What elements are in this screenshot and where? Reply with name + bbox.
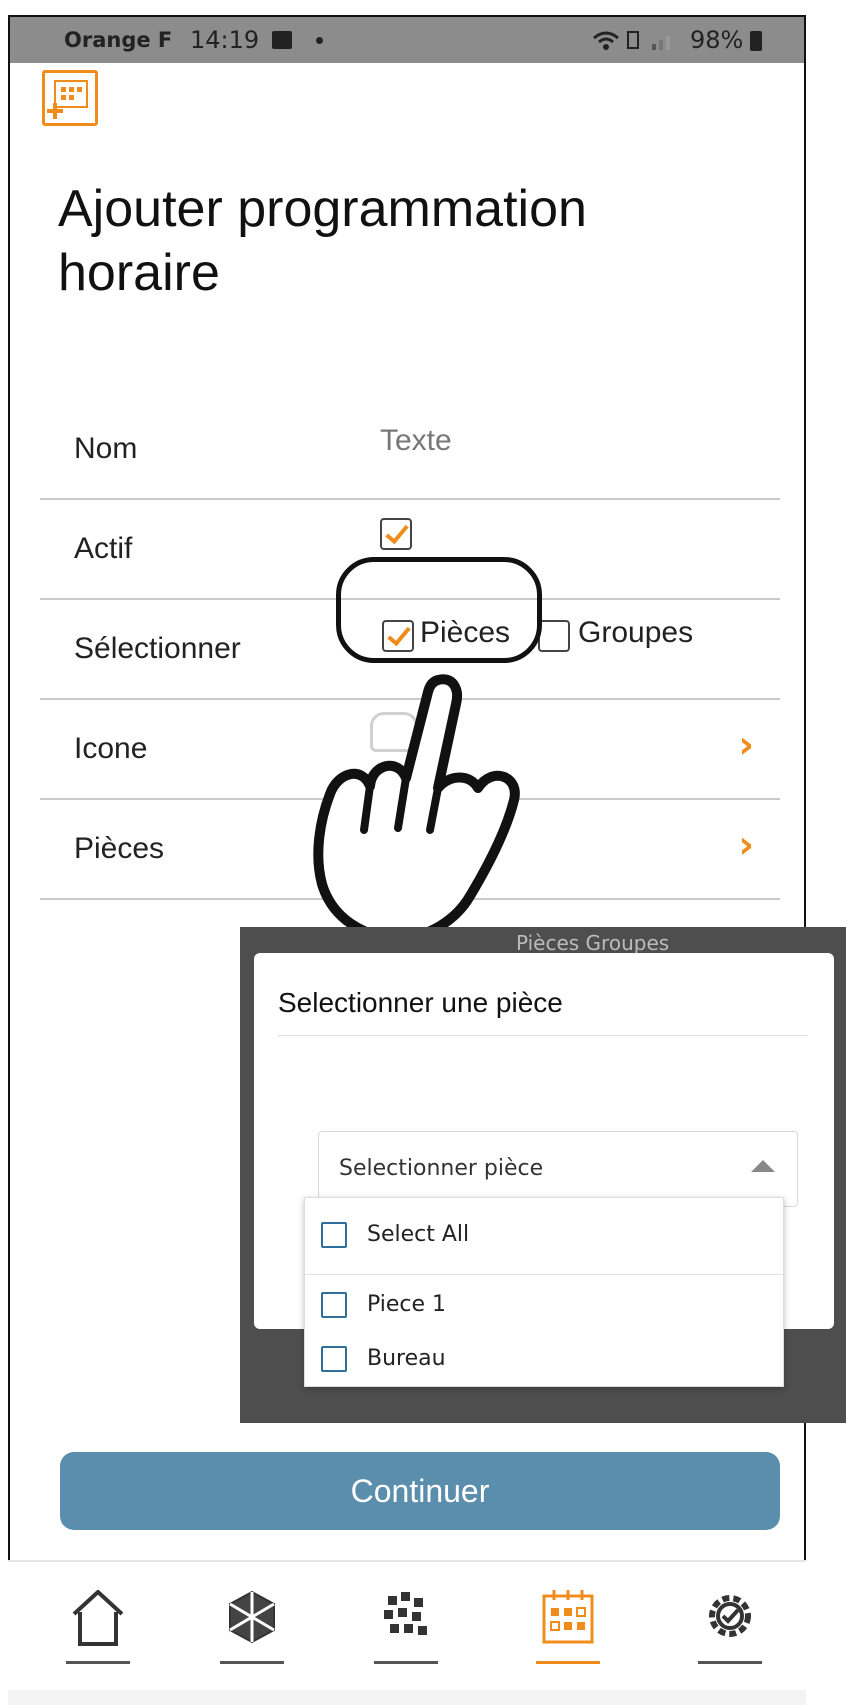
name-input[interactable]: Texte [380,424,452,458]
page-title: Ajouter programmation horaire [58,180,587,302]
image-notification-icon [272,31,292,49]
bureau-label: Bureau [367,1346,446,1371]
grid-icon [384,1592,427,1635]
groupes-option-label[interactable]: Groupes [578,616,693,650]
room-select-dropdown[interactable]: Selectionner pièce [318,1131,798,1207]
system-nav-strip [8,1690,806,1705]
piece-1-checkbox[interactable] [321,1292,347,1318]
form-row-name: Nom Texte [40,400,780,500]
nav-underline [66,1661,130,1664]
continue-button[interactable]: Continuer [60,1452,780,1530]
carrier-name: Orange F [64,28,173,52]
dropdown-item-piece-1[interactable]: Piece 1 [305,1278,783,1334]
dropdown-divider [305,1274,783,1275]
modal-title: Selectionner une pièce [278,987,563,1018]
calendar-icon [542,1590,594,1644]
background-options-text: Pièces Groupes [516,931,670,955]
chevron-right-icon[interactable]: › [738,723,754,767]
active-checkbox[interactable] [380,518,412,550]
status-bar: Orange F 14:19 98% [10,17,804,63]
icon-label: Icone [74,732,148,765]
nav-calendar[interactable] [536,1584,600,1664]
notification-dot-icon [316,37,323,44]
room-dropdown-list: Select All Piece 1 Bureau [304,1197,784,1387]
room-select-placeholder: Selectionner pièce [339,1156,544,1181]
select-label: Sélectionner [74,632,241,665]
nav-settings[interactable] [698,1584,762,1664]
battery-percent: 98% [690,26,744,54]
nav-underline [220,1661,284,1664]
tap-highlight-ring [336,557,542,663]
nav-grid[interactable] [374,1584,438,1664]
nav-home[interactable] [66,1584,130,1664]
dropdown-item-select-all[interactable]: Select All [305,1208,783,1264]
settings-gear-icon [709,1595,751,1637]
room-selection-modal-inset: Pièces Groupes Selectionner une pièce Se… [240,927,846,1423]
calendar-add-logo-icon [42,70,98,126]
nav-cube[interactable] [220,1584,284,1664]
bureau-checkbox[interactable] [321,1346,347,1372]
status-time: 14:19 [190,26,260,54]
piece-1-label: Piece 1 [367,1292,447,1317]
active-label: Actif [74,532,133,565]
wifi-signal-icon [592,26,682,59]
caret-up-icon [751,1160,775,1172]
select-all-checkbox[interactable] [321,1222,347,1248]
hand-pointer-icon [313,674,520,943]
name-label: Nom [74,432,138,465]
home-icon [72,1590,124,1646]
nav-underline [374,1661,438,1664]
dropdown-item-bureau[interactable]: Bureau [305,1332,783,1388]
battery-icon [750,31,762,51]
bottom-navigation [8,1560,806,1705]
nav-underline [698,1661,762,1664]
modal-divider [278,1035,808,1036]
chevron-right-icon[interactable]: › [738,823,754,867]
cube-icon [229,1590,275,1644]
groupes-checkbox[interactable] [538,620,570,652]
rooms-label: Pièces [74,832,165,865]
select-all-label: Select All [367,1222,470,1247]
nav-underline [536,1661,600,1664]
